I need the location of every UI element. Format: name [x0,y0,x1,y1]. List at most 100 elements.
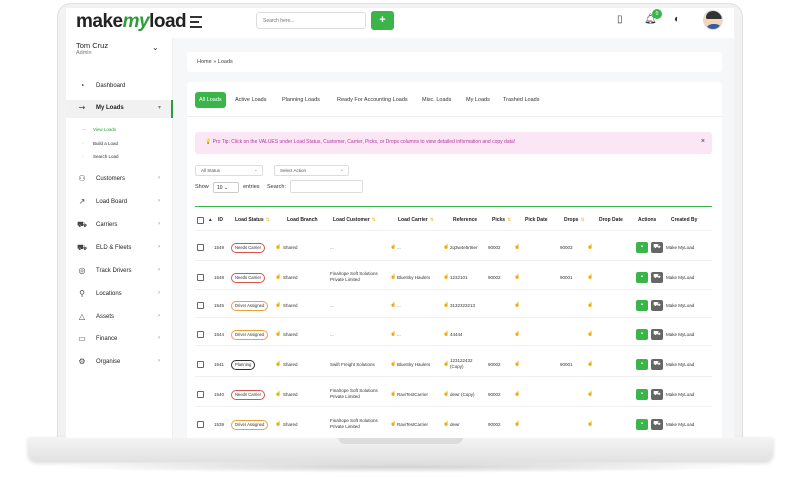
row-checkbox[interactable] [197,244,204,251]
col-load-customer[interactable]: Load Customer ⇅ [333,217,376,223]
col-created-by[interactable]: Created By [671,217,697,223]
row-carrier[interactable]: RaviTestCarrier [397,422,428,428]
select-all-checkbox[interactable] [197,217,204,224]
row-checkbox[interactable] [197,421,204,428]
row-checkbox[interactable] [197,302,204,309]
row-carrier[interactable]: BlueSky Haulers [397,275,430,281]
row-customer[interactable]: Finalrope Soft Solutions Private Limited [330,418,388,430]
sidebar-item-customers[interactable]: ⚇ Customers › [66,171,173,189]
col-load-status[interactable]: Load Status ⇅ [235,217,270,223]
row-checkbox[interactable] [197,391,204,398]
col-sort-icon[interactable]: ▴ [209,217,212,223]
status-badge[interactable]: Driver Assigned [231,301,269,311]
hamburger-menu-icon[interactable] [190,16,202,31]
status-badge[interactable]: Needs Carrier [231,390,266,400]
status-badge[interactable]: Planning [231,360,256,370]
sidebar-item-eld-fleets[interactable]: ⛟ ELD & Fleets › [66,240,173,258]
col-load-carrier[interactable]: Load Carrier ⇅ [398,217,434,223]
sidebar-item-load-board[interactable]: ↗ Load Board › [66,194,173,212]
chat-icon[interactable]: ▪ [636,389,648,400]
sidebar-item-carriers[interactable]: ⛟ Carriers › [66,217,173,235]
chat-icon[interactable]: ▪ [636,329,648,340]
tab-planning-loads[interactable]: Planning Loads [278,92,324,108]
user-name[interactable]: Tom Cruz [76,41,108,50]
chat-icon[interactable]: ▪ [636,242,648,253]
col-id[interactable]: ID [218,217,223,223]
sidebar-item-finance[interactable]: ▭ Finance › [66,331,173,349]
close-icon[interactable]: × [701,138,705,145]
chat-icon[interactable]: ▪ [636,300,648,311]
sub-item-search-load[interactable]: - Search Load [82,154,119,159]
col-pick-date[interactable]: Pick Date [525,217,548,223]
truck-action-icon[interactable]: ⛟ [651,272,663,283]
brand-logo[interactable]: makemyload [76,11,187,33]
action-select[interactable]: Select Action ⌄ [274,165,349,176]
row-customer[interactable]: Finalrope Soft Solutions Private Limited [330,271,388,283]
tab-misc-loads[interactable]: Misc. Loads [418,92,455,108]
row-carrier[interactable]: ... [397,245,401,251]
sidebar-item-assets[interactable]: △ Assets › [66,309,173,327]
tab-ready-for-accounting[interactable]: Ready For Accounting Loads [333,92,412,108]
row-carrier[interactable]: BlueSky Haulers [397,362,430,368]
truck-action-icon[interactable]: ⛟ [651,359,663,370]
truck-action-icon[interactable]: ⛟ [651,389,663,400]
chevron-down-icon[interactable]: ⌄ [152,43,159,52]
truck-action-icon[interactable]: ⛟ [651,329,663,340]
tab-active-loads[interactable]: Active Loads [231,92,271,108]
row-customer[interactable]: ... [330,245,334,251]
row-picks[interactable]: 90002 [488,275,501,281]
row-checkbox[interactable] [197,274,204,281]
col-drop-date[interactable]: Drop Date [599,217,623,223]
row-customer[interactable]: ... [330,303,334,309]
col-load-branch[interactable]: Load Branch [287,217,318,223]
sidebar-item-track-drivers[interactable]: ◎ Track Drivers › [66,263,173,281]
sidebar-item-dashboard[interactable]: ◔ Dashboard [66,78,173,96]
sidebar-item-my-loads[interactable]: ⇝ My Loads ▾ [66,100,173,118]
entries-select[interactable]: 10 ⌄ [213,182,239,193]
row-customer[interactable]: ... [330,332,334,338]
theme-toggle-icon[interactable]: ◐ [674,14,680,25]
row-drops[interactable]: 90001 [560,362,573,368]
col-picks[interactable]: Picks ⇅ [492,217,511,223]
row-picks[interactable]: 90002 [488,362,501,368]
breadcrumb[interactable]: Home » Loads [187,52,722,72]
row-checkbox[interactable] [197,361,204,368]
sub-item-build-load[interactable]: - Build a Load [82,141,118,146]
row-picks[interactable]: 90002 [488,245,501,251]
row-customer[interactable]: Swift Freight Solutions [330,362,375,368]
status-badge[interactable]: Driver Assigned [231,420,269,430]
add-button[interactable]: + [371,11,394,30]
row-checkbox[interactable] [197,331,204,338]
status-filter-select[interactable]: All Status ⌄ [195,165,263,176]
sidebar-item-locations[interactable]: ⚲ Locations › [66,286,173,304]
truck-action-icon[interactable]: ⛟ [651,419,663,430]
tab-trashed-loads[interactable]: Trashed Loads [499,92,544,108]
status-badge[interactable]: Driver Assigned [231,330,269,340]
row-carrier[interactable]: RaviTestCarrier [397,392,428,398]
truck-action-icon[interactable]: ⛟ [651,300,663,311]
row-picks[interactable]: 90002 [488,392,501,398]
status-badge[interactable]: Needs Carrier [231,273,266,283]
chat-icon[interactable]: ▪ [636,419,648,430]
status-badge[interactable]: Needs Carrier [231,243,266,253]
sub-item-view-loads[interactable]: — View Loads [82,127,116,132]
chat-icon[interactable]: ▪ [636,272,648,283]
chat-icon[interactable]: ▪ [636,359,648,370]
table-search-input[interactable] [290,180,363,193]
row-carrier[interactable]: ... [397,332,401,338]
sidebar-item-organise[interactable]: ⚙ Organise › [66,354,173,372]
global-search-input[interactable] [256,12,366,29]
row-drops[interactable]: 90001 [560,275,573,281]
hand-pointer-icon: ☝ [587,244,594,250]
truck-action-icon[interactable]: ⛟ [651,242,663,253]
col-reference[interactable]: Reference [453,217,477,223]
tab-my-loads[interactable]: My Loads [462,92,494,108]
row-carrier[interactable]: ... [397,303,401,309]
row-picks[interactable]: 90002 [488,422,501,428]
row-customer[interactable]: Finalrope Soft Solutions Private Limited [330,388,388,400]
document-icon[interactable]: ▯ [617,14,623,25]
col-drops[interactable]: Drops ⇅ [564,217,585,223]
tab-all-loads[interactable]: All Loads [195,92,226,108]
avatar[interactable] [703,10,723,30]
row-drops[interactable]: 90003 [560,245,573,251]
